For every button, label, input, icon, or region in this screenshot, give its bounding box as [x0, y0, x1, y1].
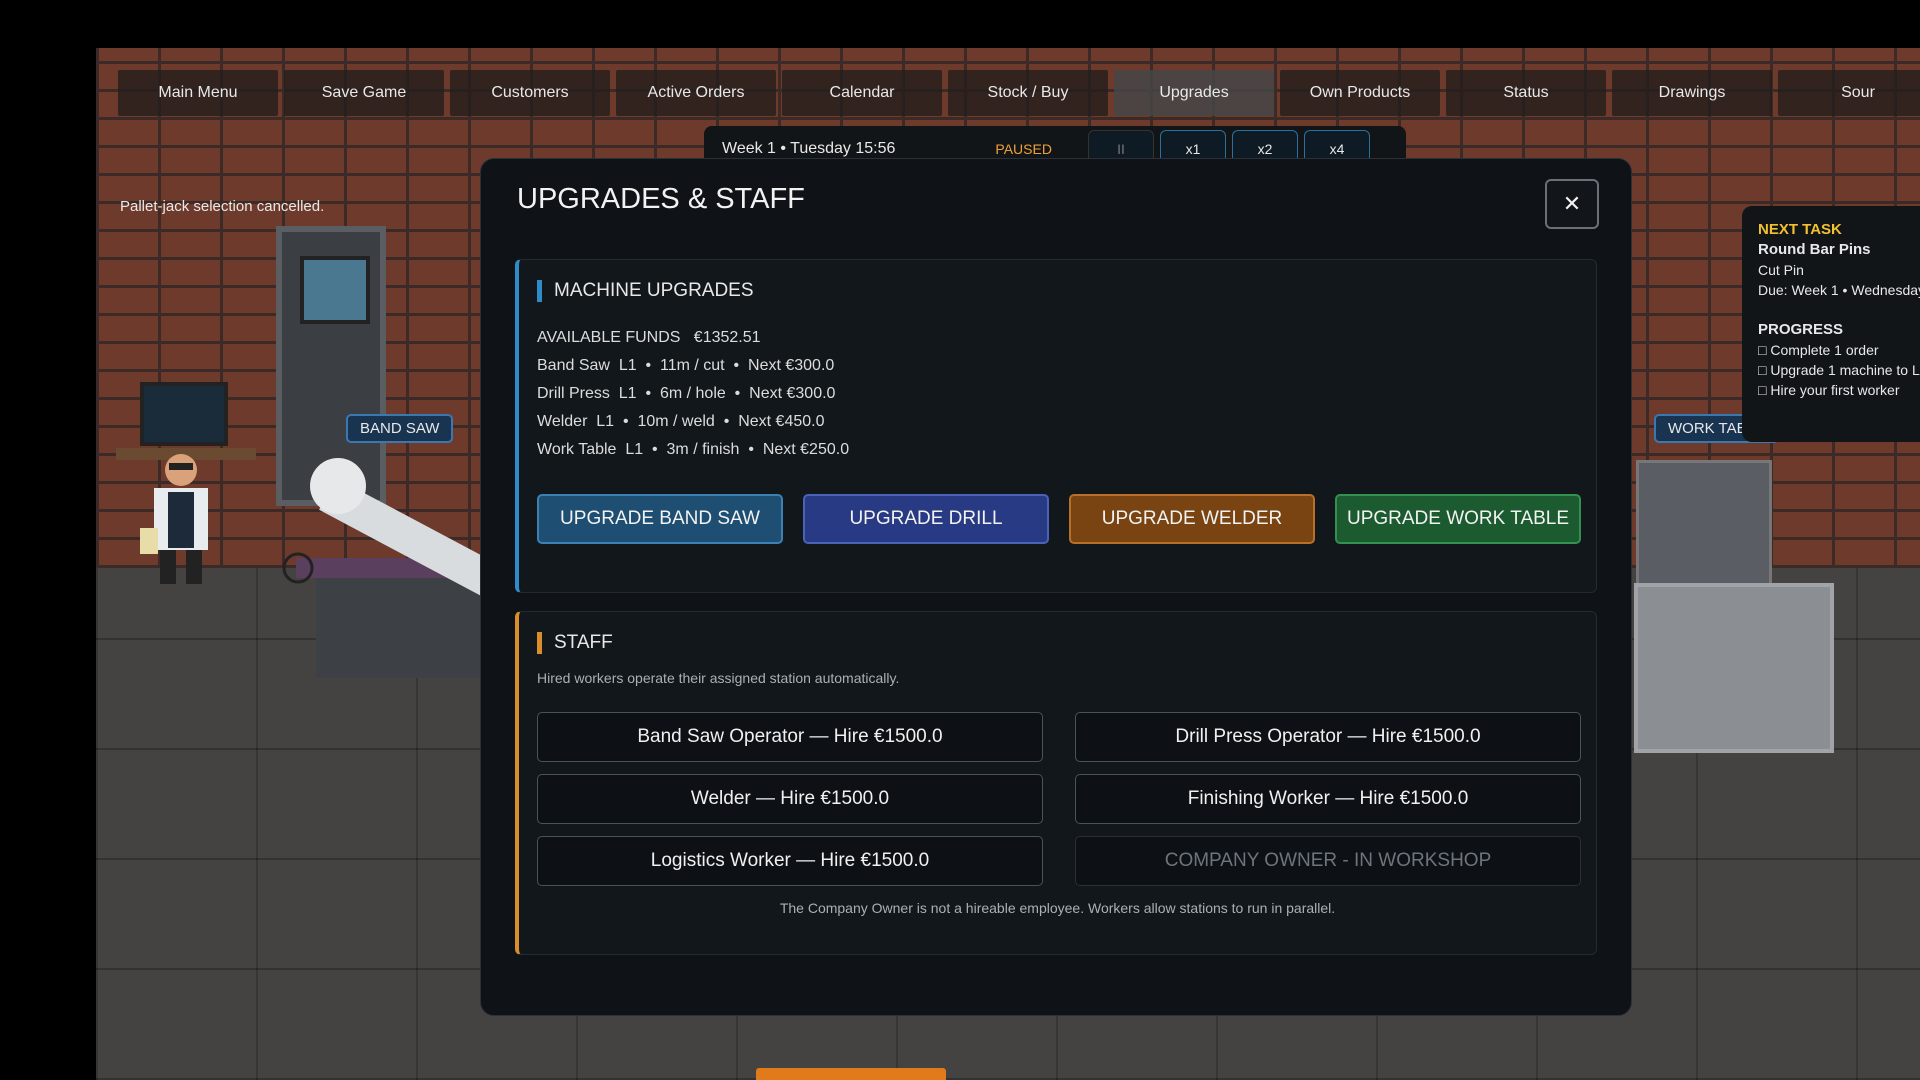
welder-stats: Welder L1 • 10m / weld • Next €450.0 [537, 413, 825, 430]
pallet-jack[interactable] [756, 1068, 946, 1080]
upgrade-work-table-button[interactable]: UPGRADE WORK TABLE [1335, 494, 1581, 544]
nav-upgrades[interactable]: Upgrades [1114, 70, 1274, 116]
machine-upgrades-heading: MACHINE UPGRADES [537, 280, 754, 302]
nav-active-orders[interactable]: Active Orders [616, 70, 776, 116]
progress-heading: PROGRESS [1758, 321, 1844, 338]
next-task-title: Round Bar Pins [1758, 241, 1871, 258]
office-monitor [140, 382, 228, 446]
door-window [300, 256, 370, 324]
band-saw-label: BAND SAW [346, 414, 454, 443]
hire-welder-button[interactable]: Welder — Hire €1500.0 [537, 774, 1043, 824]
work-table-stats: Work Table L1 • 3m / finish • Next €250.… [537, 441, 850, 458]
nav-customers[interactable]: Customers [450, 70, 610, 116]
staff-heading: STAFF [537, 632, 613, 654]
staff-note: The Company Owner is not a hireable empl… [779, 900, 1336, 916]
storage-cabinet [1636, 460, 1772, 596]
available-funds: AVAILABLE FUNDS €1352.51 [537, 329, 761, 346]
upgrade-band-saw-button[interactable]: UPGRADE BAND SAW [537, 494, 783, 544]
nav-sour[interactable]: Sour [1778, 70, 1920, 116]
company-owner-status: COMPANY OWNER - IN WORKSHOP [1075, 836, 1581, 886]
nav-save-game[interactable]: Save Game [284, 70, 444, 116]
hire-finishing-worker-button[interactable]: Finishing Worker — Hire €1500.0 [1075, 774, 1581, 824]
status-toast: Pallet-jack selection cancelled. [120, 198, 325, 215]
nav-calendar[interactable]: Calendar [782, 70, 942, 116]
staff-panel: STAFF Hired workers operate their assign… [515, 611, 1597, 955]
modal-title: UPGRADES & STAFF [517, 183, 805, 215]
band-saw-stats: Band Saw L1 • 11m / cut • Next €300.0 [537, 357, 835, 374]
progress-item: □ Hire your first worker [1758, 382, 1900, 398]
nav-main-menu[interactable]: Main Menu [118, 70, 278, 116]
hire-band-saw-operator-button[interactable]: Band Saw Operator — Hire €1500.0 [537, 712, 1043, 762]
next-task-panel: NEXT TASK Round Bar Pins Cut Pin Due: We… [1742, 206, 1920, 442]
nav-drawings[interactable]: Drawings [1612, 70, 1772, 116]
owner-character[interactable] [136, 448, 226, 598]
nav-stock-buy[interactable]: Stock / Buy [948, 70, 1108, 116]
machine-stats: AVAILABLE FUNDS €1352.51 Band Saw L1 • 1… [537, 324, 849, 464]
machine-upgrades-panel: MACHINE UPGRADES AVAILABLE FUNDS €1352.5… [515, 259, 1597, 593]
upgrade-welder-button[interactable]: UPGRADE WELDER [1069, 494, 1315, 544]
next-task-step: Cut Pin [1758, 262, 1804, 278]
next-task-heading: NEXT TASK [1758, 221, 1842, 238]
upgrade-drill-button[interactable]: UPGRADE DRILL [803, 494, 1049, 544]
hire-logistics-worker-button[interactable]: Logistics Worker — Hire €1500.0 [537, 836, 1043, 886]
work-table-machine[interactable] [1634, 583, 1834, 753]
paused-indicator: PAUSED [995, 141, 1052, 157]
staff-description: Hired workers operate their assigned sta… [537, 670, 900, 686]
top-navigation: Main Menu Save Game Customers Active Ord… [118, 70, 1920, 116]
next-task-due: Due: Week 1 • Wednesday 14:00 (22h [1758, 282, 1920, 298]
close-button[interactable]: ✕ [1545, 179, 1599, 229]
drill-press-stats: Drill Press L1 • 6m / hole • Next €300.0 [537, 385, 836, 402]
progress-item: □ Complete 1 order [1758, 342, 1879, 358]
game-datetime: Week 1 • Tuesday 15:56 [722, 140, 896, 157]
nav-status[interactable]: Status [1446, 70, 1606, 116]
progress-item: □ Upgrade 1 machine to L2 [1758, 362, 1920, 378]
upgrades-staff-modal: UPGRADES & STAFF ✕ MACHINE UPGRADES AVAI… [480, 158, 1632, 1016]
hire-drill-press-operator-button[interactable]: Drill Press Operator — Hire €1500.0 [1075, 712, 1581, 762]
nav-own-products[interactable]: Own Products [1280, 70, 1440, 116]
